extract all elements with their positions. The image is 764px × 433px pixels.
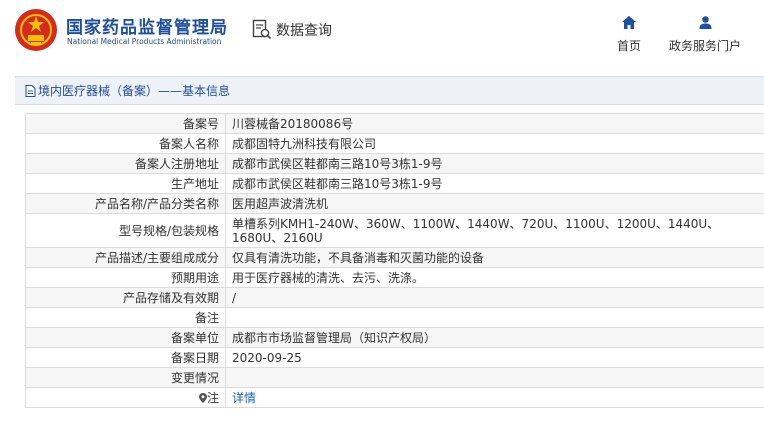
site-subtitle: National Medical Products Administration bbox=[67, 37, 222, 46]
field-label: 型号规格/包装规格 bbox=[25, 213, 226, 248]
field-label: 备案单位 bbox=[25, 327, 226, 348]
field-label: 产品名称/产品分类名称 bbox=[25, 193, 226, 214]
field-label: 备案人名称 bbox=[25, 133, 226, 154]
nav-service-portal[interactable]: 政务服务门户 bbox=[666, 14, 744, 54]
site-title: 国家药品监督管理局 bbox=[66, 18, 228, 38]
site-header: 国家药品监督管理局 National Medical Products Admi… bbox=[0, 0, 764, 62]
field-value: 仅具有清洗功能，不具备消毒和灭菌功能的设备 bbox=[225, 247, 764, 268]
table-row: 产品存储及有效期 / bbox=[25, 287, 764, 308]
details-link[interactable]: 详情 bbox=[232, 391, 256, 405]
field-value: 详情 bbox=[225, 387, 764, 408]
field-value: 2020-09-25 bbox=[225, 347, 764, 368]
table-row: 备案号 川蓉械备20180086号 bbox=[25, 113, 764, 134]
breadcrumb-label: 境内医疗器械（备案）——基本信息 bbox=[38, 84, 231, 98]
nav-service-portal-label: 政务服务门户 bbox=[668, 39, 741, 53]
field-label: 备案日期 bbox=[25, 347, 226, 368]
breadcrumb: 境内医疗器械（备案）——基本信息 bbox=[15, 77, 764, 105]
record-panel: 境内医疗器械（备案）——基本信息 备案号 川蓉械备20180086号 备案人名称… bbox=[15, 76, 764, 433]
table-row: 备案人注册地址 成都市武侯区鞋都南三路10号3栋1-9号 bbox=[25, 153, 764, 174]
table-row: 备案人名称 成都固特九洲科技有限公司 bbox=[25, 133, 764, 154]
user-icon bbox=[699, 16, 711, 29]
field-value: 成都市武侯区鞋都南三路10号3栋1-9号 bbox=[225, 173, 764, 194]
table-row: 备注 bbox=[25, 307, 764, 328]
location-pin-icon bbox=[198, 392, 207, 403]
field-label: 预期用途 bbox=[25, 267, 226, 288]
nav-home-label: 首页 bbox=[616, 39, 641, 53]
field-value: 成都市武侯区鞋都南三路10号3栋1-9号 bbox=[225, 153, 764, 174]
table-row: 注 详情 bbox=[25, 387, 764, 408]
field-label: 产品描述/主要组成成分 bbox=[25, 247, 226, 268]
field-label: 备案号 bbox=[25, 113, 226, 134]
field-value: 用于医疗器械的清洗、去污、洗涤。 bbox=[225, 267, 764, 288]
note-label-cell: 注 bbox=[25, 387, 226, 408]
field-label: 变更情况 bbox=[25, 367, 226, 388]
table-row: 备案日期 2020-09-25 bbox=[25, 347, 764, 368]
field-value: 医用超声波清洗机 bbox=[225, 193, 764, 214]
nav-home[interactable]: 首页 bbox=[614, 14, 644, 54]
field-value: 成都固特九洲科技有限公司 bbox=[225, 133, 764, 154]
table-row: 型号规格/包装规格 单槽系列KMH1-240W、360W、1100W、1440W… bbox=[25, 213, 764, 248]
field-label: 产品存储及有效期 bbox=[25, 287, 226, 308]
table-row: 备案单位 成都市市场监督管理局（知识产权局） bbox=[25, 327, 764, 348]
field-value bbox=[225, 307, 764, 328]
search-document-icon bbox=[252, 19, 272, 40]
field-value: 单槽系列KMH1-240W、360W、1100W、1440W、720U、1100… bbox=[225, 213, 764, 248]
field-value: / bbox=[225, 287, 764, 308]
field-label: 备案人注册地址 bbox=[25, 153, 226, 174]
field-label: 生产地址 bbox=[25, 173, 226, 194]
data-query-label: 数据查询 bbox=[276, 23, 332, 39]
table-row: 产品描述/主要组成成分 仅具有清洗功能，不具备消毒和灭菌功能的设备 bbox=[25, 247, 764, 268]
field-value bbox=[225, 367, 764, 388]
table-row: 变更情况 bbox=[25, 367, 764, 388]
field-label: 备注 bbox=[25, 307, 226, 328]
document-icon bbox=[25, 84, 36, 97]
field-label: 注 bbox=[206, 390, 219, 405]
table-row: 预期用途 用于医疗器械的清洗、去污、洗涤。 bbox=[25, 267, 764, 288]
data-query-link[interactable]: 数据查询 bbox=[252, 19, 332, 41]
field-value: 川蓉械备20180086号 bbox=[225, 113, 764, 134]
table-row: 生产地址 成都市武侯区鞋都南三路10号3栋1-9号 bbox=[25, 173, 764, 194]
field-value: 成都市市场监督管理局（知识产权局） bbox=[225, 327, 764, 348]
national-emblem-logo bbox=[15, 9, 57, 51]
record-table: 备案号 川蓉械备20180086号 备案人名称 成都固特九洲科技有限公司 备案人… bbox=[25, 113, 764, 408]
table-row: 产品名称/产品分类名称 医用超声波清洗机 bbox=[25, 193, 764, 214]
home-icon bbox=[622, 16, 636, 29]
